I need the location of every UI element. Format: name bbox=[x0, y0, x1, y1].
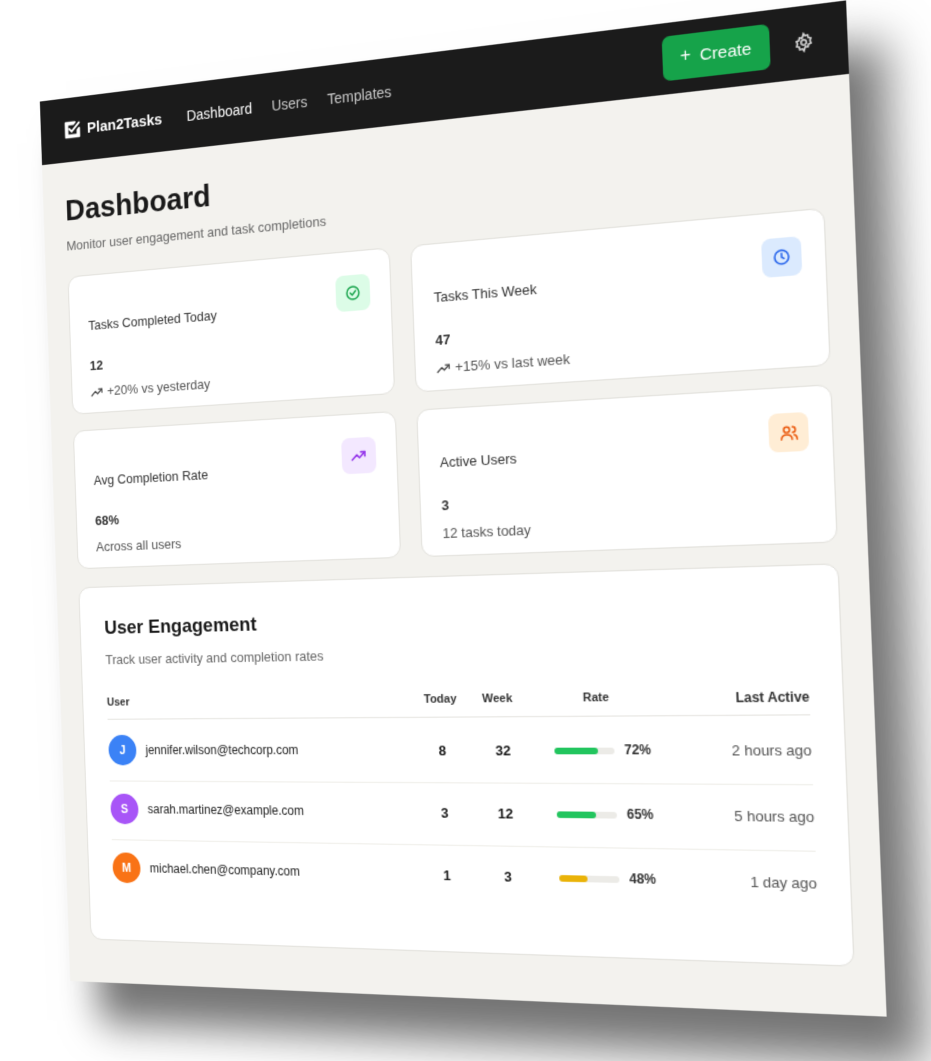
rate-bar-fill bbox=[559, 875, 588, 882]
main-nav: Dashboard Users Templates bbox=[186, 81, 412, 125]
nav-templates[interactable]: Templates bbox=[327, 83, 392, 108]
stat-sub-text: +20% vs yesterday bbox=[107, 376, 211, 398]
nav-dashboard[interactable]: Dashboard bbox=[186, 100, 252, 124]
avatar: J bbox=[108, 735, 137, 765]
stat-sub: +20% vs yesterday bbox=[90, 376, 210, 399]
user-email: sarah.martinez@example.com bbox=[147, 802, 304, 818]
today-count: 8 bbox=[421, 742, 463, 758]
last-active: 2 hours ago bbox=[731, 742, 812, 759]
week-count: 32 bbox=[482, 742, 525, 758]
stat-card-tasks-today: Tasks Completed Today 12 +20% vs yesterd… bbox=[68, 247, 396, 415]
engagement-title: User Engagement bbox=[104, 614, 257, 640]
table-row[interactable]: M michael.chen@company.com 1 3 48% 1 day… bbox=[88, 840, 852, 920]
users-icon bbox=[768, 412, 809, 453]
stat-label: Active Users bbox=[440, 450, 517, 470]
top-navbar: Plan2Tasks Dashboard Users Templates + C… bbox=[40, 0, 849, 165]
avatar: M bbox=[112, 852, 141, 883]
trend-up-icon bbox=[436, 362, 451, 374]
create-button[interactable]: + Create bbox=[661, 24, 770, 82]
clock-icon bbox=[761, 236, 802, 278]
logo[interactable]: Plan2Tasks bbox=[62, 108, 162, 142]
col-header-user: User bbox=[107, 696, 130, 708]
rate-bar-fill bbox=[557, 811, 596, 818]
today-count: 3 bbox=[424, 805, 466, 822]
week-count: 12 bbox=[484, 805, 527, 822]
stat-sub: 12 tasks today bbox=[442, 522, 531, 542]
stat-sub-text: Across all users bbox=[96, 536, 182, 555]
stat-card-avg-completion: Avg Completion Rate 68% Across all users bbox=[73, 411, 401, 569]
plus-icon: + bbox=[680, 46, 691, 67]
trending-up-icon bbox=[341, 437, 377, 475]
create-button-label: Create bbox=[699, 39, 751, 64]
user-email: michael.chen@company.com bbox=[149, 861, 300, 879]
engagement-subtitle: Track user activity and completion rates bbox=[105, 648, 324, 667]
nav-users[interactable]: Users bbox=[271, 93, 307, 114]
col-header-rate: Rate bbox=[583, 691, 610, 705]
stat-label: Tasks Completed Today bbox=[88, 307, 217, 333]
stat-value: 12 bbox=[89, 357, 103, 373]
app-window: Plan2Tasks Dashboard Users Templates + C… bbox=[40, 0, 887, 1016]
rate-bar-fill bbox=[554, 748, 597, 755]
rate-percent: 65% bbox=[627, 807, 654, 823]
col-header-last-active: Last Active bbox=[735, 689, 810, 706]
stat-sub: +15% vs last week bbox=[436, 351, 570, 376]
rate-percent: 48% bbox=[629, 871, 656, 887]
stat-value: 68% bbox=[95, 512, 119, 528]
rate-bar bbox=[559, 875, 619, 883]
stat-sub-text: 12 tasks today bbox=[442, 522, 531, 542]
rate-percent: 72% bbox=[624, 742, 651, 758]
page-title: Dashboard bbox=[65, 179, 212, 229]
check-circle-icon bbox=[335, 274, 370, 313]
rate-bar bbox=[554, 748, 614, 755]
trend-up-icon bbox=[90, 386, 103, 397]
logo-check-icon bbox=[62, 117, 83, 141]
avatar: S bbox=[110, 794, 139, 825]
stat-card-active-users: Active Users 3 12 tasks today bbox=[416, 384, 838, 557]
col-header-today: Today bbox=[424, 693, 457, 706]
last-active: 5 hours ago bbox=[734, 808, 815, 826]
stat-card-tasks-week: Tasks This Week 47 +15% vs last week bbox=[410, 208, 831, 393]
last-active: 1 day ago bbox=[750, 873, 817, 892]
stat-sub: Across all users bbox=[96, 536, 182, 555]
today-count: 1 bbox=[426, 867, 468, 884]
stat-value: 47 bbox=[435, 331, 451, 348]
stat-label: Avg Completion Rate bbox=[93, 467, 208, 488]
gear-icon[interactable] bbox=[793, 31, 815, 54]
rate-bar bbox=[557, 811, 617, 818]
col-header-week: Week bbox=[482, 692, 513, 705]
user-email: jennifer.wilson@techcorp.com bbox=[145, 743, 298, 758]
user-engagement-card: User Engagement Track user activity and … bbox=[78, 563, 854, 967]
logo-text: Plan2Tasks bbox=[87, 110, 163, 136]
stat-value: 3 bbox=[441, 497, 449, 513]
stat-label: Tasks This Week bbox=[433, 281, 537, 306]
table-row[interactable]: J jennifer.wilson@techcorp.com 8 32 72% … bbox=[84, 719, 846, 786]
week-count: 3 bbox=[486, 868, 529, 885]
stat-sub-text: +15% vs last week bbox=[455, 351, 571, 375]
